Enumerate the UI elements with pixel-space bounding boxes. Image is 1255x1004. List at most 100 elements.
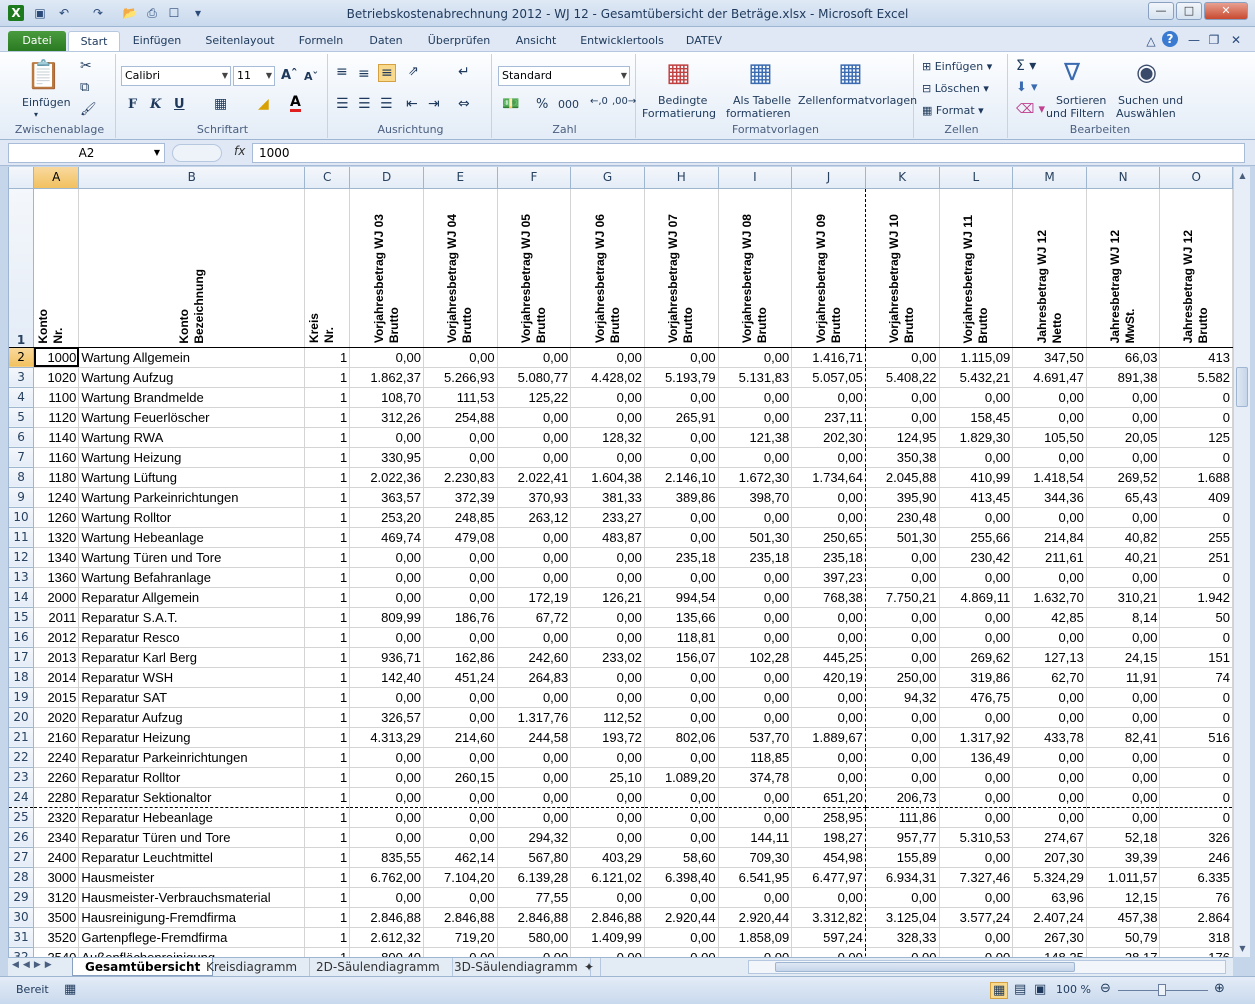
- align-middle-icon[interactable]: ≡: [358, 66, 370, 82]
- cell-j26[interactable]: 198,27: [791, 827, 866, 848]
- cell-l22[interactable]: 136,49: [939, 747, 1014, 768]
- zoom-in-icon[interactable]: ⊕: [1214, 981, 1225, 996]
- cell-o17[interactable]: 151: [1159, 647, 1233, 668]
- horizontal-scrollbar[interactable]: [748, 960, 1226, 974]
- cell-j25[interactable]: 258,95: [791, 807, 866, 828]
- cell-j11[interactable]: 250,65: [791, 527, 866, 548]
- cell-n25[interactable]: 0,00: [1086, 807, 1161, 828]
- cell-i15[interactable]: 0,00: [718, 607, 793, 628]
- cell-k23[interactable]: 0,00: [865, 767, 940, 788]
- row-header[interactable]: 20: [9, 707, 35, 728]
- cell-k20[interactable]: 0,00: [865, 707, 940, 728]
- cell-c8[interactable]: 1: [304, 467, 351, 488]
- column-header-k[interactable]: K: [865, 167, 940, 189]
- cell-d24[interactable]: 0,00: [349, 787, 424, 808]
- cell-a9[interactable]: 1240: [33, 487, 80, 508]
- cell-n8[interactable]: 269,52: [1086, 467, 1161, 488]
- merge-center-icon[interactable]: ⇔: [458, 96, 470, 112]
- help-icon[interactable]: ?: [1162, 31, 1178, 47]
- cell-g28[interactable]: 6.121,02: [570, 867, 645, 888]
- scroll-up-icon[interactable]: ▲: [1234, 167, 1251, 184]
- cell-f32[interactable]: 0,00: [497, 947, 572, 957]
- row-header[interactable]: 32: [9, 947, 35, 957]
- cell-c7[interactable]: 1: [304, 447, 351, 468]
- cell-a27[interactable]: 2400: [33, 847, 80, 868]
- cell-o14[interactable]: 1.942: [1159, 587, 1233, 608]
- cell-g16[interactable]: 0,00: [570, 627, 645, 648]
- find-select-label-2[interactable]: Auswählen: [1116, 107, 1176, 120]
- cell-b28[interactable]: Hausmeister: [78, 867, 306, 888]
- cell-d7[interactable]: 330,95: [349, 447, 424, 468]
- cell-o3[interactable]: 5.582: [1159, 367, 1233, 388]
- cell-j24[interactable]: 651,20: [791, 787, 866, 808]
- format-as-table-label-2[interactable]: formatieren: [726, 107, 791, 120]
- row-header[interactable]: 30: [9, 907, 35, 928]
- thousands-button[interactable]: 000: [558, 98, 579, 111]
- column-header-d[interactable]: D: [349, 167, 424, 189]
- cell-k27[interactable]: 155,89: [865, 847, 940, 868]
- cell-g24[interactable]: 0,00: [570, 787, 645, 808]
- cell-a18[interactable]: 2014: [33, 667, 80, 688]
- cell-d21[interactable]: 4.313,29: [349, 727, 424, 748]
- cell-n24[interactable]: 0,00: [1086, 787, 1161, 808]
- cell-i19[interactable]: 0,00: [718, 687, 793, 708]
- cell-m16[interactable]: 0,00: [1012, 627, 1087, 648]
- cell-m4[interactable]: 0,00: [1012, 387, 1087, 408]
- cell-k15[interactable]: 0,00: [865, 607, 940, 628]
- row-header[interactable]: 10: [9, 507, 35, 528]
- cell-g4[interactable]: 0,00: [570, 387, 645, 408]
- header-cell-f[interactable]: Vorjahresbetrag WJ 05 Brutto: [497, 188, 572, 348]
- cell-i5[interactable]: 0,00: [718, 407, 793, 428]
- row-header[interactable]: 7: [9, 447, 35, 468]
- cell-f12[interactable]: 0,00: [497, 547, 572, 568]
- cell-k24[interactable]: 206,73: [865, 787, 940, 808]
- cell-l23[interactable]: 0,00: [939, 767, 1014, 788]
- cell-b3[interactable]: Wartung Aufzug: [78, 367, 306, 388]
- cell-l32[interactable]: 0,00: [939, 947, 1014, 957]
- cell-n28[interactable]: 1.011,57: [1086, 867, 1161, 888]
- cell-f2[interactable]: 0,00: [497, 347, 572, 368]
- cell-j10[interactable]: 0,00: [791, 507, 866, 528]
- cell-k11[interactable]: 501,30: [865, 527, 940, 548]
- cell-n18[interactable]: 11,91: [1086, 667, 1161, 688]
- cell-i9[interactable]: 398,70: [718, 487, 793, 508]
- cell-a31[interactable]: 3520: [33, 927, 80, 948]
- cell-e2[interactable]: 0,00: [423, 347, 498, 368]
- cell-o2[interactable]: 413: [1159, 347, 1233, 368]
- maximize-button[interactable]: □: [1176, 2, 1202, 20]
- number-format-combo[interactable]: Standard ▼: [498, 66, 630, 86]
- cell-f16[interactable]: 0,00: [497, 627, 572, 648]
- row-header[interactable]: 28: [9, 867, 35, 888]
- cell-h31[interactable]: 0,00: [644, 927, 719, 948]
- header-cell-l[interactable]: Vorjahresbetrag WJ 11 Brutto: [939, 188, 1014, 348]
- cell-i8[interactable]: 1.672,30: [718, 467, 793, 488]
- row-header[interactable]: 17: [9, 647, 35, 668]
- header-cell-c[interactable]: Kreis Nr.: [304, 188, 351, 348]
- cell-d31[interactable]: 2.612,32: [349, 927, 424, 948]
- cell-b13[interactable]: Wartung Befahranlage: [78, 567, 306, 588]
- sheet-tab-2d-saeulen[interactable]: 2D-Säulendiagramm: [304, 958, 453, 976]
- row-header[interactable]: 29: [9, 887, 35, 908]
- shrink-font-icon[interactable]: Aˇ: [304, 70, 318, 83]
- cell-o12[interactable]: 251: [1159, 547, 1233, 568]
- cell-f24[interactable]: 0,00: [497, 787, 572, 808]
- sheet-tab-gesamtuebersicht[interactable]: Gesamtübersicht: [72, 958, 214, 976]
- cell-b19[interactable]: Reparatur SAT: [78, 687, 306, 708]
- cell-styles-label[interactable]: Zellenformatvorlagen: [798, 94, 917, 107]
- cell-h21[interactable]: 802,06: [644, 727, 719, 748]
- cell-h15[interactable]: 135,66: [644, 607, 719, 628]
- cell-f11[interactable]: 0,00: [497, 527, 572, 548]
- cell-m19[interactable]: 0,00: [1012, 687, 1087, 708]
- paste-icon[interactable]: 📋: [26, 58, 61, 91]
- cell-c11[interactable]: 1: [304, 527, 351, 548]
- cell-f17[interactable]: 242,60: [497, 647, 572, 668]
- cell-c2[interactable]: 1: [304, 347, 351, 368]
- row-header[interactable]: 25: [9, 807, 35, 828]
- wb-minimize-icon[interactable]: —: [1186, 32, 1202, 48]
- cell-j29[interactable]: 0,00: [791, 887, 866, 908]
- cell-d20[interactable]: 326,57: [349, 707, 424, 728]
- cell-l14[interactable]: 4.869,11: [939, 587, 1014, 608]
- cell-j14[interactable]: 768,38: [791, 587, 866, 608]
- cell-n21[interactable]: 82,41: [1086, 727, 1161, 748]
- cell-f6[interactable]: 0,00: [497, 427, 572, 448]
